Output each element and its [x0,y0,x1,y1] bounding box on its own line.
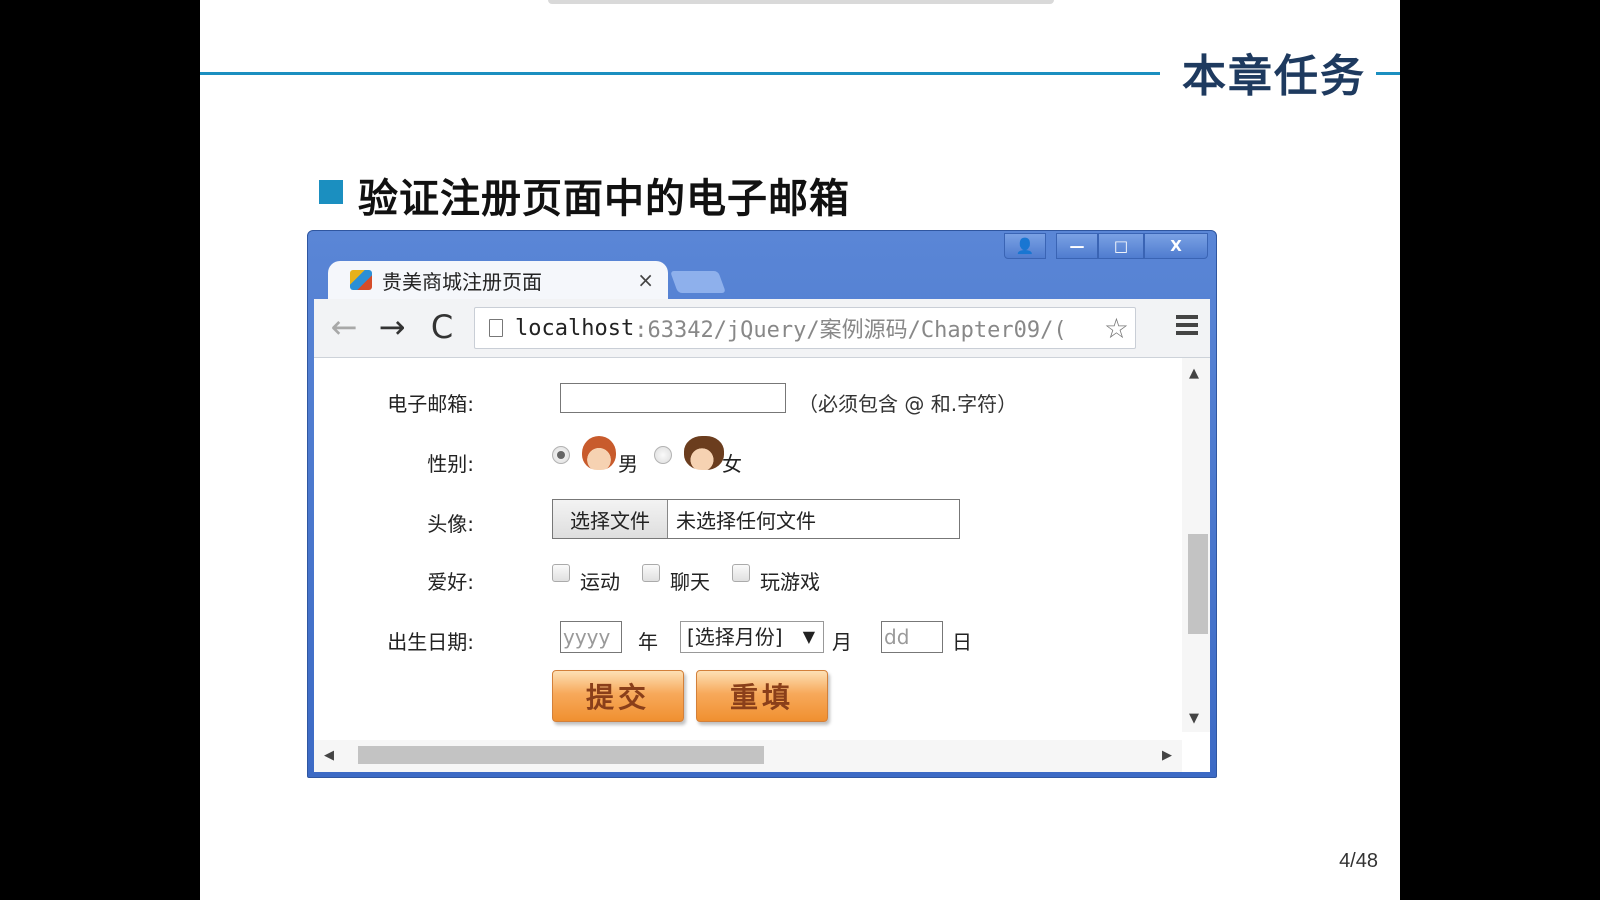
bullet-square-icon [319,180,343,204]
gender-female-radio[interactable] [654,446,672,464]
address-bar[interactable]: localhost :63342/jQuery/案例源码/Chapter09/(… [474,307,1136,349]
tab-title: 贵美商城注册页面 [382,269,542,294]
birthday-label: 出生日期: [387,630,474,654]
close-window-button[interactable]: X [1144,233,1208,259]
forward-arrow-icon[interactable]: → [372,307,412,347]
slide-subtitle: 验证注册页面中的电子邮箱 [358,176,850,222]
url-path: :63342/jQuery/案例源码/Chapter09/( [634,318,1067,343]
hobby-sport-checkbox[interactable] [552,564,570,582]
month-select[interactable]: [选择月份] ▼ [680,621,824,653]
bookmark-star-icon[interactable]: ☆ [1099,312,1129,345]
browser-toolbar: ← → C localhost :63342/jQuery/案例源码/Chapt… [314,299,1210,358]
menu-bar-line [1176,331,1198,335]
browser-window: 👤 — □ X 贵美商城注册页面 × ← → C localhost :6334… [307,230,1217,778]
submit-button[interactable]: 提交 [552,670,684,722]
year-input[interactable]: yyyy [560,621,622,653]
url-host: localhost [515,315,635,341]
hobby-game-label: 玩游戏 [760,570,820,594]
hobby-chat-checkbox[interactable] [642,564,660,582]
header-divider [200,72,1160,75]
day-input[interactable]: dd [881,621,943,653]
gender-female-label: 女 [722,452,742,476]
hobbies-label: 爱好: [427,570,474,594]
page-icon [489,319,503,337]
choose-file-button[interactable]: 选择文件 [553,500,668,538]
hobby-sport-label: 运动 [580,570,620,594]
vertical-scrollbar[interactable]: ▲ ▼ [1182,358,1210,732]
boy-avatar-icon [582,436,616,470]
email-label: 电子邮箱: [387,392,474,416]
vertical-scroll-thumb[interactable] [1188,534,1208,634]
scroll-down-icon[interactable]: ▼ [1189,711,1199,726]
reload-icon[interactable]: C [422,307,462,347]
hobby-chat-label: 聊天 [670,570,710,594]
tab-close-icon[interactable]: × [637,268,654,292]
scroll-up-icon[interactable]: ▲ [1189,366,1199,381]
gender-male-radio[interactable] [552,446,570,464]
browser-tab[interactable]: 贵美商城注册页面 × [328,261,668,299]
user-icon[interactable]: 👤 [1004,233,1046,259]
menu-hamburger-icon[interactable] [1176,315,1198,337]
page-viewport: 电子邮箱: （必须包含 @ 和.字符） 性别: 男 女 头像: 选择文件 未选择… [314,358,1210,772]
gender-male-label: 男 [618,452,638,476]
hobby-game-checkbox[interactable] [732,564,750,582]
dropdown-arrow-icon: ▼ [802,627,815,646]
scroll-right-icon[interactable]: ▶ [1162,748,1172,763]
day-unit: 日 [952,630,972,654]
menu-bar-line [1176,323,1198,327]
horizontal-scrollbar[interactable]: ◀ ▶ [314,740,1182,772]
email-hint: （必须包含 @ 和.字符） [798,392,1018,416]
file-status: 未选择任何文件 [676,508,816,533]
gender-label: 性别: [427,452,474,476]
horizontal-scroll-thumb[interactable] [358,746,764,764]
favicon-icon [350,270,372,290]
new-tab-button[interactable] [669,271,727,293]
minimize-button[interactable]: — [1056,233,1098,259]
back-arrow-icon[interactable]: ← [324,307,364,347]
girl-avatar-icon [684,436,724,470]
month-select-value: [选择月份] [687,625,783,649]
slide-title: 本章任务 [1182,51,1366,102]
avatar-label: 头像: [427,512,474,536]
top-strip [548,0,1054,4]
scroll-left-icon[interactable]: ◀ [324,748,334,763]
month-unit: 月 [832,630,852,654]
year-unit: 年 [638,630,658,654]
email-field[interactable] [560,383,786,413]
slide: 本章任务 验证注册页面中的电子邮箱 👤 — □ X 贵美商城注册页面 × ← →… [200,0,1400,900]
window-controls: 👤 — □ X [1004,233,1208,259]
menu-bar-line [1176,315,1198,319]
file-input[interactable]: 选择文件 未选择任何文件 [552,499,960,539]
page-number: 4/48 [1339,850,1378,872]
reset-button[interactable]: 重填 [696,670,828,722]
maximize-button[interactable]: □ [1098,233,1144,259]
header-divider-right [1376,72,1400,75]
